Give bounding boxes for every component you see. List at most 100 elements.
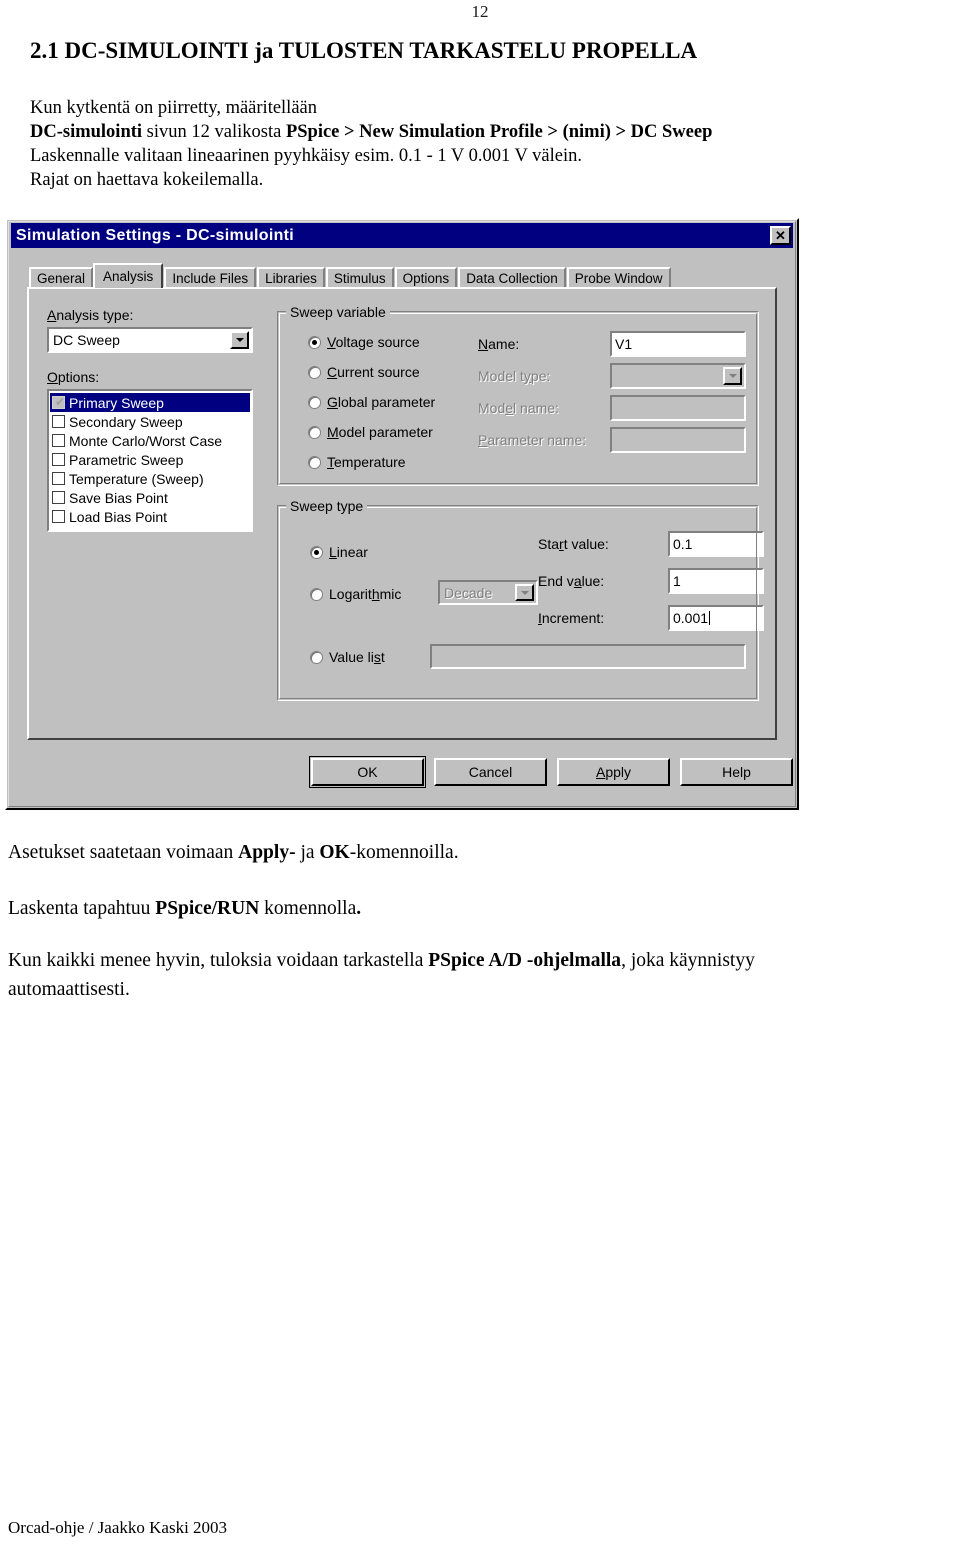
list-item-label: Secondary Sweep [69,413,183,430]
radio-label: Global parameter [327,394,435,410]
end-label-post: lue: [581,573,605,589]
radio-label-rest: odel parameter [338,424,433,440]
radio-icon[interactable] [308,395,321,409]
options-listbox[interactable]: ✔ Primary Sweep Secondary Sweep Monte Ca… [47,389,253,532]
list-item[interactable]: Load Bias Point [50,507,250,526]
checkbox-icon[interactable] [52,472,65,485]
log-scale-combobox[interactable]: Decade [438,580,538,605]
checkbox-icon[interactable] [52,510,65,523]
tab-include-files[interactable]: Include Files [164,267,257,288]
model-type-accel: y [523,368,531,384]
analysis-tab-panel: Analysis type: DC Sweep Options: ✔ Prima… [27,287,777,740]
list-item[interactable]: Secondary Sweep [50,412,250,431]
radio-label-rest: oltage source [335,334,420,350]
ok-button[interactable]: OK [309,756,426,788]
radio-icon[interactable] [308,365,321,379]
radio-logarithmic[interactable]: Logarithmic [310,586,401,602]
text-caret [709,611,711,625]
tab-options[interactable]: Options [394,267,458,288]
analysis-type-combobox[interactable]: DC Sweep [47,327,253,353]
intro-plain-sivun: sivun 12 valikosta [142,122,286,142]
radio-label: Temperature [327,454,406,470]
after1-e: -komennoilla. [349,842,459,863]
options-accel: O [47,369,58,385]
list-item-label: Save Bias Point [69,489,168,506]
tab-analysis[interactable]: Analysis [93,263,164,288]
radio-icon[interactable] [310,587,323,601]
help-button[interactable]: Help [680,758,793,786]
tab-general[interactable]: General [29,267,94,288]
start-label-pre: Sta [538,536,560,552]
list-item[interactable]: Save Bias Point [50,488,250,507]
radio-icon[interactable] [308,335,321,349]
list-item[interactable]: Monte Carlo/Worst Case [50,431,250,450]
checkbox-icon[interactable] [52,434,65,447]
radio-label: Value list [329,649,385,665]
tab-data-collection[interactable]: Data Collection [458,267,566,288]
after1-a: Asetukset saatetaan voimaan [8,842,239,863]
chevron-down-icon[interactable] [515,584,534,601]
model-name-field[interactable] [610,395,746,421]
after2-bold-pspice-run: PSpice/RUN [155,898,260,919]
value-list-field[interactable] [430,644,746,669]
radio-accel: h [371,586,380,602]
checkbox-icon[interactable] [52,491,65,504]
intro-line-4: Rajat on haettava kokeilemalla. [30,170,264,190]
chevron-down-icon[interactable] [230,331,249,349]
apply-button[interactable]: Apply [557,758,670,786]
page-title: 2.1 DC-SIMULOINTI ja TULOSTEN TARKASTELU… [30,38,698,63]
model-type-label-pre: Model t [478,368,524,384]
radio-global-parameter[interactable]: Global parameter [308,394,435,410]
checkbox-icon[interactable] [52,453,65,466]
analysis-type-value: DC Sweep [53,332,120,348]
radio-icon[interactable] [308,455,321,469]
sweep-variable-group: Sweep variable Voltage source Current so… [277,304,759,486]
list-item[interactable]: Parametric Sweep [50,450,250,469]
close-icon[interactable]: ✕ [770,226,791,245]
after3-line2: automaattisesti. [8,979,130,1000]
name-field[interactable]: V1 [610,331,746,357]
sweep-variable-title: Sweep variable [286,304,390,320]
radio-current-source[interactable]: Current source [308,364,420,380]
list-item[interactable]: Temperature (Sweep) [50,469,250,488]
end-value-field[interactable]: 1 [668,568,764,594]
radio-voltage-source[interactable]: Voltage source [308,334,420,350]
radio-value-list[interactable]: Value list [310,649,385,665]
checkbox-icon[interactable]: ✔ [52,396,65,409]
tab-libraries[interactable]: Libraries [257,267,325,288]
check-icon: ✔ [55,395,66,409]
list-item-label: Primary Sweep [69,394,164,411]
chevron-down-icon[interactable] [723,367,742,385]
radio-label: Model parameter [327,424,433,440]
tab-strip: General Analysis Include Files Libraries… [29,263,672,288]
parameter-name-label-post: arameter name: [487,432,587,448]
radio-model-parameter[interactable]: Model parameter [308,424,433,440]
radio-icon[interactable] [310,545,323,559]
radio-temperature[interactable]: Temperature [308,454,406,470]
page-footer: Orcad-ohje / Jaakko Kaski 2003 [8,1518,228,1537]
increment-field[interactable]: 0.001 [668,605,764,631]
radio-linear[interactable]: Linear [310,544,368,560]
model-type-combobox[interactable] [610,363,746,389]
checkbox-icon[interactable] [52,415,65,428]
radio-label-rest: mic [379,586,402,602]
name-label-rest: ame: [488,336,520,352]
intro-line-2: DC-simulointi sivun 12 valikosta PSpice … [30,120,930,144]
cancel-button[interactable]: Cancel [434,758,547,786]
radio-icon[interactable] [308,425,321,439]
parameter-name-field[interactable] [610,427,746,453]
end-accel: a [573,573,582,589]
dialog-titlebar[interactable]: Simulation Settings - DC-simulointi ✕ [11,223,793,248]
list-item[interactable]: ✔ Primary Sweep [50,393,250,412]
run-paragraph: Laskenta tapahtuu PSpice/RUN komennolla. [8,894,952,923]
after2-d: . [356,898,362,919]
after2-c: komennolla [259,898,357,919]
radio-icon[interactable] [310,650,323,664]
tab-stimulus[interactable]: Stimulus [325,267,394,288]
tab-probe-window[interactable]: Probe Window [566,267,671,288]
increment-label: Increment: [538,610,604,626]
intro-line-1: Kun kytkentä on piirretty, määritellään [30,98,317,118]
start-value-field[interactable]: 0.1 [668,531,764,557]
options-label: Options: [47,369,99,385]
sweep-type-group: Sweep type Linear Logarithmic Decade Val… [277,498,764,701]
